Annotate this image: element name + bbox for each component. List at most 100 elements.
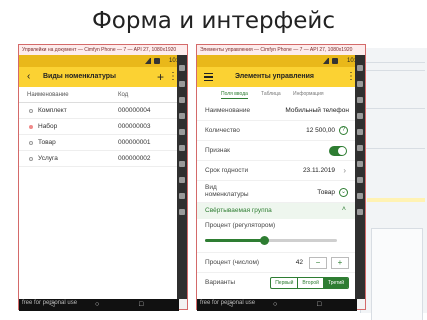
table-row[interactable]: Набор 000000003 xyxy=(19,119,179,135)
emulator-title: Элементы управления — Cimfyn Phone — 7 —… xyxy=(197,45,365,55)
overview-icon[interactable] xyxy=(357,193,363,199)
background-ide-panel xyxy=(360,48,427,320)
nav-home-icon[interactable]: ○ xyxy=(273,301,277,309)
home-icon[interactable] xyxy=(179,177,185,183)
row-marker-icon xyxy=(29,141,33,145)
tab-info[interactable]: Информация xyxy=(293,91,324,97)
add-icon[interactable]: + xyxy=(157,67,164,87)
power-icon[interactable] xyxy=(357,65,363,71)
field-quantity[interactable]: Количество 12 500,00 ? xyxy=(197,121,357,141)
nav-recent-icon[interactable]: □ xyxy=(139,301,143,309)
field-flag: Признак xyxy=(197,141,357,161)
help-icon[interactable]: ? xyxy=(339,126,348,135)
slide-title: Форма и интерфейс xyxy=(91,8,336,34)
field-percent-slider: Процент (регулятором) xyxy=(197,219,357,253)
variant-option-second[interactable]: Второй xyxy=(297,278,323,288)
row-code: 000000003 xyxy=(118,123,151,130)
tab-input-fields[interactable]: Поля ввода xyxy=(221,91,248,99)
page-title: Виды номенклатуры xyxy=(43,73,117,80)
tab-strip: Поля ввода Таблица Информация xyxy=(197,87,357,101)
back-icon[interactable] xyxy=(357,161,363,167)
slider-fill xyxy=(205,239,265,242)
row-code: 000000001 xyxy=(118,139,151,146)
row-marker-icon xyxy=(29,125,33,129)
table-header: Наименование Код xyxy=(19,87,179,103)
app-bar: Элементы управления ⋮ xyxy=(197,67,365,87)
back-icon[interactable] xyxy=(179,161,185,167)
page-title: Элементы управления xyxy=(235,73,314,80)
field-value: Мобильный телефон xyxy=(285,107,349,114)
variant-option-third[interactable]: Третий xyxy=(322,278,348,288)
field-label: Процент (числом) xyxy=(205,259,260,266)
row-marker-icon xyxy=(29,109,33,113)
zoom-icon[interactable] xyxy=(179,145,185,151)
row-name: Товар xyxy=(38,139,56,146)
field-label: Срок годности xyxy=(205,167,249,174)
watermark-text: free for personal use xyxy=(200,300,256,306)
more-icon[interactable] xyxy=(179,209,185,215)
field-label: Варианты xyxy=(205,279,236,286)
table-row[interactable]: Услуга 000000002 xyxy=(19,151,179,167)
flag-toggle[interactable] xyxy=(329,146,347,156)
signal-icon xyxy=(323,58,329,64)
volume-up-icon[interactable] xyxy=(357,81,363,87)
battery-icon xyxy=(154,58,160,64)
chevron-up-icon: ˄ xyxy=(341,206,346,213)
percent-slider[interactable] xyxy=(205,236,337,245)
more-icon[interactable] xyxy=(357,209,363,215)
row-name: Комплект xyxy=(38,107,67,114)
slider-thumb[interactable] xyxy=(260,236,270,245)
volume-down-icon[interactable] xyxy=(179,97,185,103)
camera-icon[interactable] xyxy=(179,129,185,135)
field-label: Количество xyxy=(205,127,240,134)
column-header-code[interactable]: Код xyxy=(118,92,128,98)
variants-segmented-control: Первый Второй Третий xyxy=(270,277,349,289)
catalog-list: Наименование Код Комплект 000000004 Набо… xyxy=(19,87,179,299)
field-expiry[interactable]: Срок годности 23.11.2019 › xyxy=(197,161,357,181)
table-row[interactable]: Товар 000000001 xyxy=(19,135,179,151)
increment-button[interactable]: + xyxy=(331,257,349,269)
field-percent-number: Процент (числом) 42 − + xyxy=(197,253,357,273)
field-label: Признак xyxy=(205,147,230,154)
signal-icon xyxy=(145,58,151,64)
emulator-title: Упрвлейки на документ — Cimfyn Phone — 7… xyxy=(19,45,187,55)
table-row[interactable]: Комплект 000000004 xyxy=(19,103,179,119)
overview-icon[interactable] xyxy=(179,193,185,199)
camera-icon[interactable] xyxy=(357,129,363,135)
field-kind[interactable]: Вид номенклатуры Товар ⌄ xyxy=(197,181,357,203)
column-header-name[interactable]: Наименование xyxy=(27,92,69,98)
back-arrow-icon[interactable]: ‹ xyxy=(27,67,30,87)
nav-home-icon[interactable]: ○ xyxy=(95,301,99,309)
emulator-sidebar xyxy=(355,55,365,299)
chevron-right-icon: › xyxy=(343,166,346,175)
power-icon[interactable] xyxy=(179,65,185,71)
emulator-sidebar xyxy=(177,55,187,299)
field-value: 12 500,00 xyxy=(306,127,335,134)
home-icon[interactable] xyxy=(357,177,363,183)
emulator-window-catalog: Упрвлейки на документ — Cimfyn Phone — 7… xyxy=(18,44,188,311)
dropdown-icon[interactable]: ⌄ xyxy=(339,188,348,197)
collapsible-group-header[interactable]: Свёртываемая группа ˄ xyxy=(197,203,357,219)
variant-option-first[interactable]: Первый xyxy=(271,278,297,288)
field-value[interactable]: 42 xyxy=(296,259,303,266)
hamburger-menu-icon[interactable] xyxy=(204,73,213,81)
rotate-icon[interactable] xyxy=(179,113,185,119)
decrement-button[interactable]: − xyxy=(309,257,327,269)
row-code: 000000004 xyxy=(118,107,151,114)
field-label: Процент (регулятором) xyxy=(205,222,276,229)
tab-table[interactable]: Таблица xyxy=(261,91,281,97)
emulator-window-controls: Элементы управления — Cimfyn Phone — 7 —… xyxy=(196,44,366,311)
rotate-icon[interactable] xyxy=(357,113,363,119)
status-bar: 10:43 xyxy=(19,55,187,67)
volume-down-icon[interactable] xyxy=(357,97,363,103)
nav-recent-icon[interactable]: □ xyxy=(317,301,321,309)
volume-up-icon[interactable] xyxy=(179,81,185,87)
battery-icon xyxy=(332,58,338,64)
zoom-icon[interactable] xyxy=(357,145,363,151)
field-label: Наименование xyxy=(205,107,251,114)
controls-form: Поля ввода Таблица Информация Наименован… xyxy=(197,87,357,299)
row-name: Услуга xyxy=(38,155,58,162)
field-value: 23.11.2019 xyxy=(302,167,335,174)
field-name[interactable]: Наименование Мобильный телефон xyxy=(197,101,357,121)
field-label: Вид номенклатуры xyxy=(205,184,249,198)
